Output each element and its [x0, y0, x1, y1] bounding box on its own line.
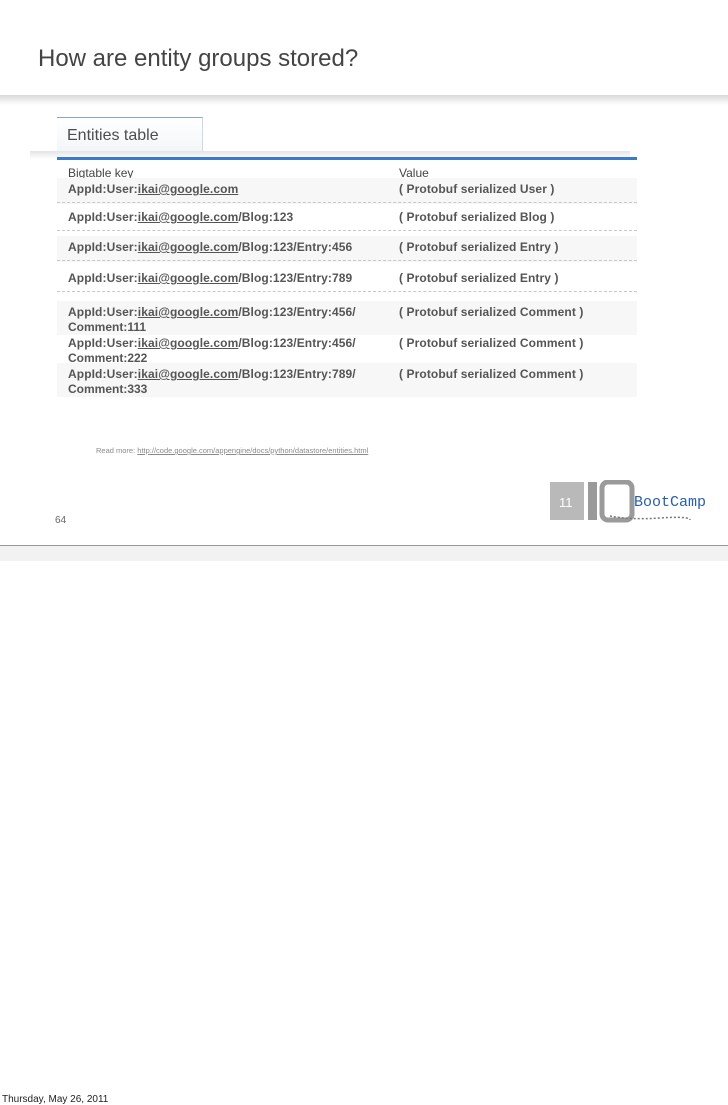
entities-table: Bigtable key Value AppId:User:ikai@googl…	[57, 160, 637, 410]
logo-text: BootCamp	[634, 494, 706, 511]
row-key-prefix: AppId:User:	[68, 182, 138, 196]
row-key-email: ikai@google.com	[137, 336, 239, 350]
logo-o-ring	[599, 479, 635, 523]
row-key-email: ikai@google.com	[137, 367, 239, 381]
table-tab: Entities table	[57, 117, 203, 151]
row-key-prefix: AppId:User:	[68, 305, 138, 319]
row-value: ( Protobuf serialized Comment )	[399, 367, 584, 381]
title-divider	[0, 95, 728, 105]
row-key-line2: Comment:333	[68, 382, 148, 396]
row-key-prefix: AppId:User:	[68, 240, 138, 254]
row-key-prefix: AppId:User:	[68, 210, 138, 224]
row-key: AppId:User:ikai@google.com/Blog:123/Entr…	[68, 336, 356, 350]
row-key-prefix: AppId:User:	[68, 271, 138, 285]
table-tab-label: Entities table	[67, 127, 159, 144]
row-value: ( Protobuf serialized Blog )	[399, 210, 555, 224]
row-key-prefix: AppId:User:	[68, 336, 138, 350]
footer-date: Thursday, May 26, 2011	[2, 1094, 109, 1105]
row-separator	[57, 202, 637, 203]
row-key: AppId:User:ikai@google.com/Blog:123/Entr…	[68, 305, 356, 319]
row-value: ( Protobuf serialized Entry )	[399, 240, 559, 254]
row-key-suffix: /Blog:123/Entry:456/	[238, 305, 356, 319]
io-bootcamp-logo: 11 BootCamp	[550, 479, 720, 524]
row-key: AppId:User:ikai@google.com/Blog:123/Entr…	[68, 271, 352, 285]
read-more-label: Read more:	[96, 446, 138, 455]
row-key: AppId:User:ikai@google.com/Blog:123/Entr…	[68, 367, 356, 381]
row-value: ( Protobuf serialized Comment )	[399, 305, 584, 319]
row-separator	[57, 260, 637, 261]
row-key-suffix: /Blog:123	[238, 210, 294, 224]
footer-bar: Thursday, May 26, 2011	[0, 546, 728, 1105]
row-value: ( Protobuf serialized Comment )	[399, 336, 584, 350]
row-key-suffix: /Blog:123/Entry:456/	[238, 336, 356, 350]
read-more-note: Read more: http://code.google.com/appeng…	[96, 446, 368, 455]
row-value: ( Protobuf serialized Entry )	[399, 271, 559, 285]
row-separator	[57, 291, 637, 292]
page-number: 64	[55, 515, 67, 526]
row-value: ( Protobuf serialized User )	[399, 182, 555, 196]
row-key-email: ikai@google.com	[137, 240, 239, 254]
logo-i-bar	[588, 482, 597, 520]
row-key-suffix: /Blog:123/Entry:789/	[238, 367, 356, 381]
row-key: AppId:User:ikai@google.com	[68, 182, 238, 196]
row-key: AppId:User:ikai@google.com/Blog:123	[68, 210, 293, 224]
slide-title: How are entity groups stored?	[38, 45, 359, 72]
row-separator	[57, 230, 637, 231]
row-key-line2: Comment:111	[68, 320, 147, 334]
read-more-link[interactable]: http://code.google.com/appengine/docs/py…	[137, 446, 368, 455]
row-key-email: ikai@google.com	[137, 182, 239, 196]
row-key-prefix: AppId:User:	[68, 367, 138, 381]
row-key-email: ikai@google.com	[137, 210, 239, 224]
row-key-email: ikai@google.com	[137, 271, 239, 285]
slide: How are entity groups stored? Entities t…	[0, 0, 728, 545]
row-key-email: ikai@google.com	[137, 305, 239, 319]
row-key-suffix: /Blog:123/Entry:456	[238, 240, 353, 254]
row-key-suffix: /Blog:123/Entry:789	[238, 271, 353, 285]
row-key: AppId:User:ikai@google.com/Blog:123/Entr…	[68, 240, 352, 254]
logo-number: 11	[559, 495, 573, 510]
